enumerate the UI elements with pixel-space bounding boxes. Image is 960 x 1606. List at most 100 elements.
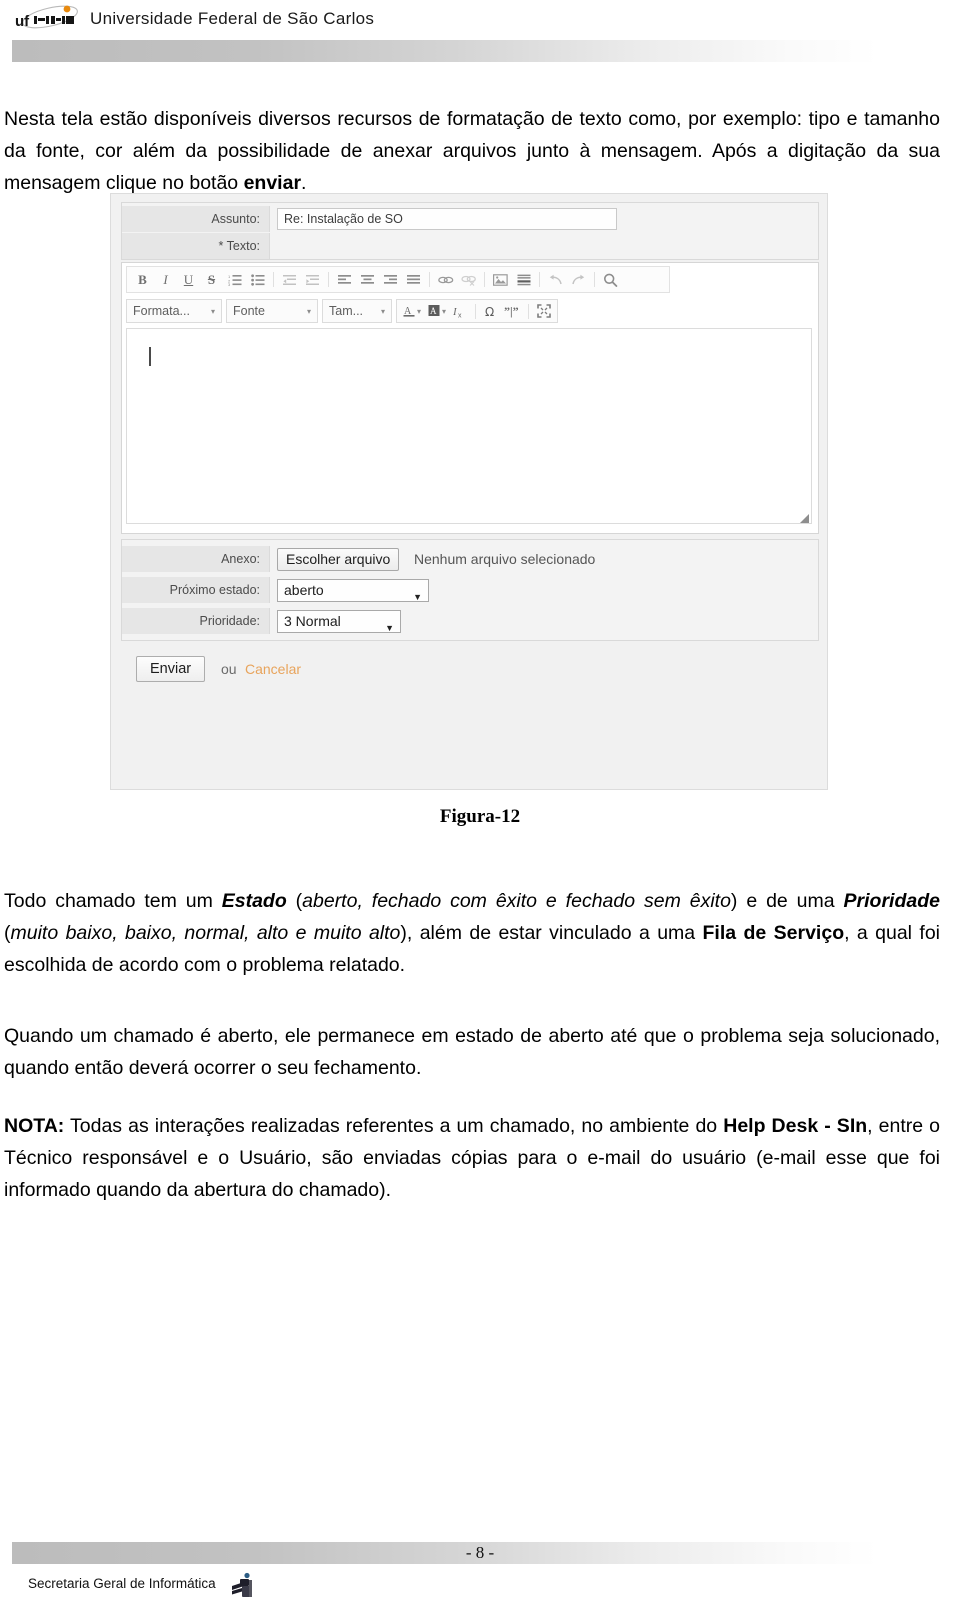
nota-label: NOTA: <box>4 1114 65 1137</box>
estado-term-estado: Estado <box>221 889 287 912</box>
form-submit-bar: Enviar ou Cancelar <box>121 646 819 694</box>
figure-12: Assunto: Re: Instalação de SO * Texto: B… <box>110 193 828 790</box>
editor-toolbar-row-1: B I U S 123 <box>126 266 670 293</box>
toolbar-separator <box>328 272 329 287</box>
svg-text:3: 3 <box>228 282 231 286</box>
indent-icon[interactable] <box>301 269 324 290</box>
prioridade-values: muito baixo, baixo, normal, alto e muito… <box>10 921 401 944</box>
ordered-list-icon[interactable]: 123 <box>223 269 246 290</box>
intro-tail: . <box>301 171 307 194</box>
estado-text-1: Todo chamado tem um <box>4 889 222 912</box>
form-options-panel: Anexo: Escolher arquivo Nenhum arquivo s… <box>121 539 819 641</box>
outdent-icon[interactable] <box>278 269 301 290</box>
helpdesk-reply-form: Assunto: Re: Instalação de SO * Texto: B… <box>110 193 828 790</box>
next-state-label: Próximo estado: <box>122 577 270 603</box>
align-left-icon[interactable] <box>333 269 356 290</box>
horizontal-rule-icon[interactable] <box>512 269 535 290</box>
header-divider <box>12 40 878 62</box>
toolbar-separator <box>273 272 274 287</box>
blockquote-icon[interactable]: ”|” <box>501 304 523 319</box>
intro-text: Nesta tela estão disponíveis diversos re… <box>4 107 940 194</box>
svg-text:x: x <box>458 312 462 319</box>
intro-paragraph: Nesta tela estão disponíveis diversos re… <box>4 103 940 199</box>
choose-file-button[interactable]: Escolher arquivo <box>277 548 400 571</box>
resize-grip-icon[interactable] <box>798 510 809 523</box>
document-footer: - 8 - Secretaria Geral de Informática <box>0 1520 960 1606</box>
font-family-select[interactable]: Fonte ▾ <box>226 299 318 323</box>
nota-text-1: Todas as interações realizadas referente… <box>64 1114 724 1137</box>
svg-text:Ω: Ω <box>485 305 494 319</box>
body-label-row: * Texto: <box>122 233 820 259</box>
insert-image-icon[interactable] <box>489 269 512 290</box>
footer-department: Secretaria Geral de Informática <box>28 1576 216 1591</box>
align-center-icon[interactable] <box>356 269 379 290</box>
chevron-down-icon: ▾ <box>417 306 422 316</box>
estado-term-fila: Fila de Serviço <box>702 921 845 944</box>
underline-icon[interactable]: U <box>177 269 200 290</box>
estado-term-prioridade: Prioridade <box>843 889 940 912</box>
send-button[interactable]: Enviar <box>136 656 206 682</box>
bold-icon[interactable]: B <box>131 269 154 290</box>
strikethrough-icon[interactable]: S <box>200 269 223 290</box>
chevron-down-icon: ▼ <box>413 592 422 602</box>
undo-icon[interactable] <box>544 269 567 290</box>
next-state-row: Próximo estado: aberto ▼ <box>122 577 820 603</box>
special-character-icon[interactable]: Ω <box>481 304 500 319</box>
paragraph-format-select[interactable]: Formata... ▾ <box>126 299 222 323</box>
italic-icon[interactable]: I <box>154 269 177 290</box>
align-justify-icon[interactable] <box>402 269 425 290</box>
nota-paragraph: NOTA: Todas as interações realizadas ref… <box>4 1110 940 1206</box>
chevron-down-icon: ▾ <box>210 306 215 316</box>
subject-input[interactable]: Re: Instalação de SO <box>277 208 617 230</box>
page-number: - 8 - <box>465 1543 495 1562</box>
toolbar-separator <box>475 303 477 319</box>
redo-icon[interactable] <box>567 269 590 290</box>
priority-select[interactable]: 3 Normal ▼ <box>277 610 401 633</box>
attachment-label: Anexo: <box>122 546 270 572</box>
estado-text-5: ), além de estar vinculado a uma <box>400 921 703 944</box>
attachment-row: Anexo: Escolher arquivo Nenhum arquivo s… <box>122 546 820 572</box>
font-size-select[interactable]: Tam... ▾ <box>322 299 392 323</box>
or-text: ou <box>221 661 237 677</box>
toolbar-separator <box>539 272 540 287</box>
unordered-list-icon[interactable] <box>246 269 269 290</box>
chevron-down-icon: ▼ <box>385 623 394 633</box>
aberto-paragraph: Quando um chamado é aberto, ele permanec… <box>4 1024 940 1079</box>
text-cursor <box>149 347 151 366</box>
color-and-format-group: A ▾ A ▾ Ix Ω ”|” <box>396 299 559 323</box>
svg-text:A: A <box>430 306 437 316</box>
body-label: * Texto: <box>122 233 270 259</box>
attachment-status: Nenhum arquivo selecionado <box>414 551 596 567</box>
priority-label: Prioridade: <box>122 608 270 634</box>
find-icon[interactable] <box>599 269 622 290</box>
message-body-input[interactable] <box>126 328 812 524</box>
chevron-down-icon: ▾ <box>380 306 385 316</box>
document-header: uf Universidade Federal de São Carlos <box>0 0 960 78</box>
next-state-value: aberto <box>284 582 324 598</box>
sin-logo-icon <box>228 1570 258 1600</box>
remove-format-icon[interactable]: Ix <box>450 304 470 319</box>
chevron-down-icon: ▾ <box>442 306 447 316</box>
svg-text:uf: uf <box>15 13 30 30</box>
font-family-value: Fonte <box>233 304 265 318</box>
university-name: Universidade Federal de São Carlos <box>90 9 375 28</box>
text-color-icon[interactable]: A ▾ <box>400 304 424 319</box>
fullscreen-icon[interactable] <box>534 304 554 318</box>
figure-caption: Figura-12 <box>439 806 521 827</box>
toolbar-separator <box>429 272 430 287</box>
insert-link-icon[interactable] <box>434 269 457 290</box>
estado-text-3: ) e de uma <box>730 889 844 912</box>
align-right-icon[interactable] <box>379 269 402 290</box>
estado-text-2: ( <box>286 889 303 912</box>
subject-row: Assunto: Re: Instalação de SO <box>122 206 820 232</box>
background-color-icon[interactable]: A ▾ <box>425 304 449 319</box>
nota-term-helpdesk: Help Desk - SIn <box>723 1114 868 1137</box>
remove-link-icon[interactable] <box>457 269 480 290</box>
editor-toolbar-row-2: Formata... ▾ Fonte ▾ Tam... ▾ A ▾ A ▾ I … <box>126 297 614 325</box>
toolbar-separator <box>528 303 530 319</box>
next-state-select[interactable]: aberto ▼ <box>277 579 429 602</box>
font-size-value: Tam... <box>329 304 364 318</box>
ufscar-logo-icon: uf <box>14 4 82 32</box>
cancel-link[interactable]: Cancelar <box>245 656 301 682</box>
paragraph-format-value: Formata... <box>133 304 190 318</box>
